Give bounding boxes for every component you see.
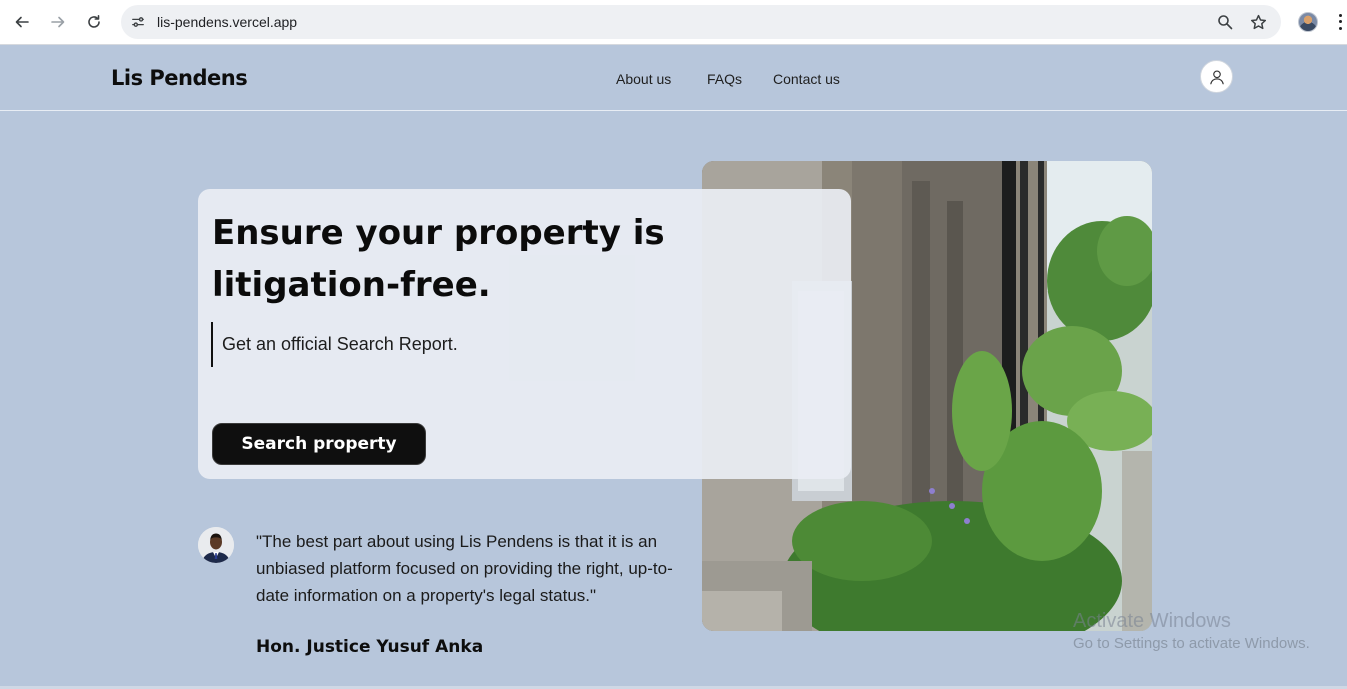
browser-toolbar: lis-pendens.vercel.app: [0, 0, 1347, 45]
dot: [1338, 20, 1342, 24]
windows-activation-subtitle: Go to Settings to activate Windows.: [1073, 635, 1310, 652]
hero-subline: Get an official Search Report.: [222, 334, 458, 354]
testimonial-author: Hon. Justice Yusuf Anka: [256, 637, 484, 657]
dot: [1338, 27, 1342, 31]
bookmark-button[interactable]: [1249, 13, 1267, 31]
browser-profile-avatar[interactable]: [1298, 12, 1318, 32]
search-property-button[interactable]: Search property: [212, 423, 426, 465]
nav-contact-us[interactable]: Contact us: [773, 71, 840, 87]
user-icon: [1209, 69, 1224, 84]
zoom-button[interactable]: [1216, 13, 1234, 31]
person-portrait-icon: [198, 527, 234, 563]
back-button[interactable]: [10, 10, 34, 34]
site-header: Lis Pendens About us FAQs Contact us: [0, 46, 1347, 111]
arrow-right-icon: [51, 16, 65, 28]
dot: [1338, 13, 1342, 17]
tune-icon: [132, 17, 144, 27]
forward-button[interactable]: [46, 10, 70, 34]
testimonial-avatar: [198, 527, 234, 563]
reload-button[interactable]: [82, 10, 106, 34]
reload-icon: [88, 15, 100, 28]
nav-about-us[interactable]: About us: [616, 71, 671, 87]
windows-activation-title: Activate Windows: [1073, 610, 1231, 632]
account-button[interactable]: [1200, 60, 1233, 93]
nav-faqs[interactable]: FAQs: [707, 71, 742, 87]
site-logo[interactable]: Lis Pendens: [111, 66, 248, 90]
address-bar[interactable]: lis-pendens.vercel.app: [121, 5, 1281, 39]
site-info-button[interactable]: [129, 13, 147, 31]
star-icon: [1250, 14, 1266, 29]
hero-headline: Ensure your property is litigation-free.: [212, 213, 665, 305]
url-text[interactable]: lis-pendens.vercel.app: [157, 14, 297, 30]
subline-accent-bar: [211, 322, 213, 367]
browser-menu-button[interactable]: [1334, 12, 1346, 32]
arrow-left-icon: [15, 16, 29, 28]
magnifier-icon: [1218, 15, 1233, 30]
testimonial-quote: "The best part about using Lis Pendens i…: [256, 532, 673, 605]
